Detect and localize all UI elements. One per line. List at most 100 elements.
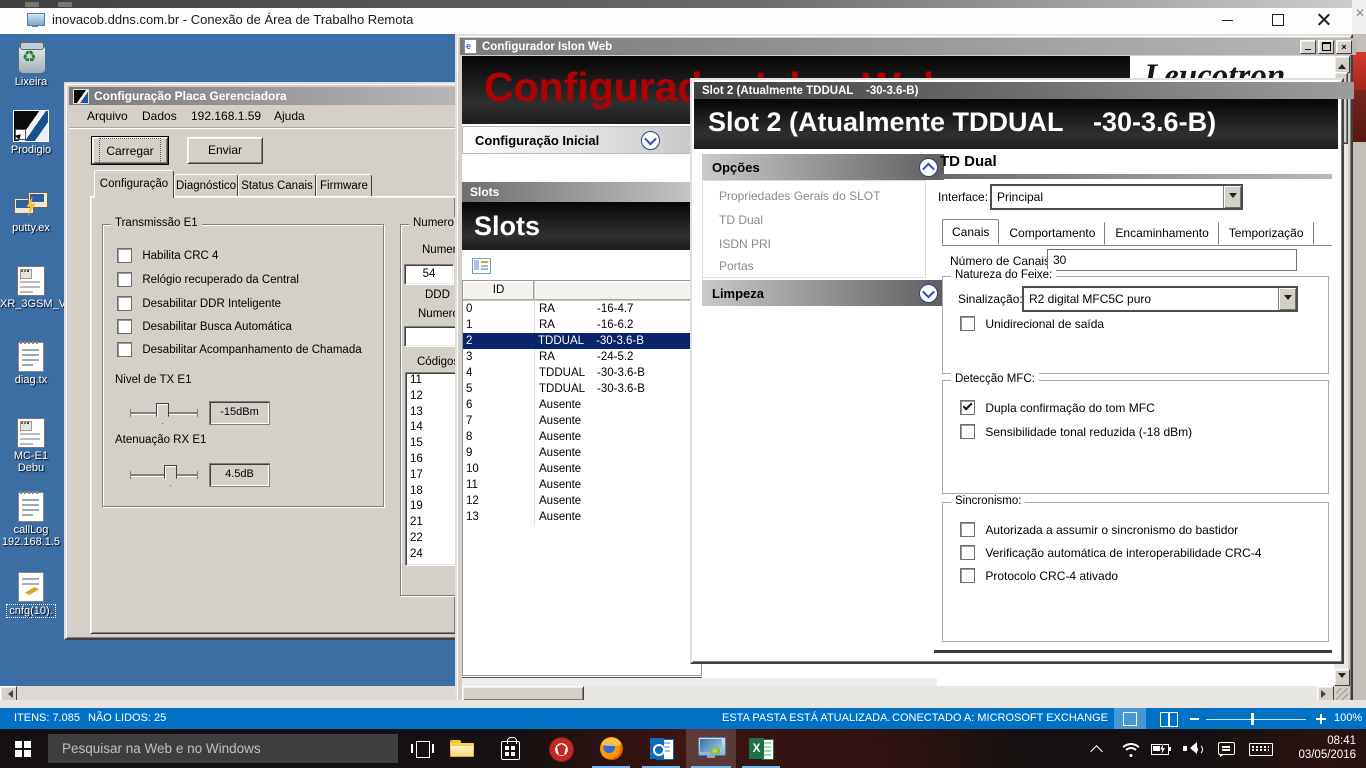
- numero-canais-input[interactable]: 30: [1047, 249, 1297, 271]
- outlook-button[interactable]: [638, 729, 684, 768]
- browser-hscrollbar[interactable]: [462, 686, 1334, 700]
- slot-row[interactable]: 1 RA -16-6.2: [463, 317, 701, 333]
- codigo-item[interactable]: 17: [410, 468, 456, 484]
- slot-row[interactable]: 5 TDDUAL -30-3.6-B: [463, 381, 701, 397]
- slot-row[interactable]: 7 Ausente: [463, 413, 701, 429]
- scroll-up-icon[interactable]: [1334, 56, 1350, 73]
- view-normal-button[interactable]: [1114, 708, 1146, 729]
- interface-combobox[interactable]: Principal: [990, 184, 1243, 210]
- action-center-icon[interactable]: [1218, 742, 1235, 756]
- config-window-titlebar[interactable]: Configuração Placa Gerenciadora: [69, 87, 465, 105]
- limpeza-header[interactable]: Limpeza: [702, 280, 944, 306]
- chevron-down-icon[interactable]: [641, 131, 660, 150]
- resize-grip[interactable]: [1336, 688, 1348, 700]
- codigo-item[interactable]: 21: [410, 515, 456, 531]
- codigo-item[interactable]: 12: [410, 389, 456, 405]
- checkbox-habilita-crc4[interactable]: [117, 248, 132, 263]
- file-explorer-button[interactable]: [442, 729, 482, 768]
- codigo-item[interactable]: 15: [410, 436, 456, 452]
- browser-close-icon[interactable]: ×: [1336, 40, 1352, 54]
- firefox-button[interactable]: [588, 729, 634, 768]
- menu-dados[interactable]: Dados: [142, 109, 177, 123]
- start-button[interactable]: [0, 729, 46, 768]
- codigos-listbox[interactable]: 11 12 13 14 15 16 17 18 19 21 22 24: [405, 372, 457, 566]
- sinalizacao-combobox[interactable]: R2 digital MFC5C puro: [1022, 286, 1298, 312]
- zoom-percent[interactable]: 100%: [1334, 712, 1362, 724]
- minimize-icon[interactable]: [1222, 20, 1233, 21]
- checkbox-dupla-confirmacao[interactable]: [960, 400, 975, 415]
- nav-item-tddual[interactable]: TD Dual: [719, 213, 763, 227]
- tab-comportamento[interactable]: Comportamento: [999, 222, 1105, 245]
- browser-minimize-icon[interactable]: [1300, 40, 1316, 54]
- checkbox-protocolo-crc4[interactable]: [960, 568, 975, 583]
- column-header-blank[interactable]: [535, 281, 701, 300]
- desktop-icon-diag[interactable]: diag.tx: [0, 342, 62, 386]
- checkbox-busca-automatica[interactable]: [117, 319, 132, 334]
- tray-chevron-icon[interactable]: [1092, 745, 1102, 755]
- column-header-id[interactable]: ID: [463, 281, 535, 300]
- checkbox-verificacao-crc4[interactable]: [960, 545, 975, 560]
- checkbox-acompanhamento[interactable]: [117, 342, 132, 357]
- desktop-icon-calllog[interactable]: callLog 192.168.1.5: [0, 492, 62, 548]
- checkbox-sensibilidade[interactable]: [960, 424, 975, 439]
- slot2-titlebar[interactable]: Slot 2 (Atualmente TDDUAL -30-3.6-B): [694, 82, 1354, 99]
- slot-row[interactable]: 8 Ausente: [463, 429, 701, 445]
- slot-row[interactable]: 0 RA -16-4.7: [463, 301, 701, 317]
- combo-arrow-icon[interactable]: [1278, 288, 1296, 310]
- combo-arrow-icon[interactable]: [1223, 186, 1241, 208]
- codigo-item[interactable]: 19: [410, 499, 456, 515]
- nav-item-portas[interactable]: Portas: [719, 259, 754, 273]
- rdp-taskbar-button[interactable]: [686, 729, 736, 768]
- speaker-icon[interactable]: [1183, 742, 1201, 755]
- battery-icon[interactable]: [1151, 744, 1171, 754]
- menu-ajuda[interactable]: Ajuda: [274, 109, 305, 123]
- codigo-item[interactable]: 18: [410, 484, 456, 500]
- wifi-icon[interactable]: [1121, 742, 1141, 757]
- slot-row[interactable]: 12 Ausente: [463, 493, 701, 509]
- slot-row[interactable]: 9 Ausente: [463, 445, 701, 461]
- slot-row[interactable]: 4 TDDUAL -30-3.6-B: [463, 365, 701, 381]
- numero2-input[interactable]: [404, 326, 458, 347]
- zoom-in-icon[interactable]: [1316, 714, 1326, 724]
- opcoes-header[interactable]: Opções: [702, 154, 944, 180]
- security-app-button[interactable]: [538, 729, 582, 768]
- maximize-icon[interactable]: [1272, 14, 1284, 26]
- menu-ip[interactable]: 192.168.1.59: [191, 109, 261, 123]
- slot-row[interactable]: 11 Ausente: [463, 477, 701, 493]
- chevron-up-icon[interactable]: [919, 158, 938, 177]
- hscroll-thumb[interactable]: [462, 686, 584, 701]
- codigo-item[interactable]: 11: [410, 373, 456, 389]
- scroll-down-icon[interactable]: [1334, 669, 1350, 686]
- taskbar-search[interactable]: Pesquisar na Web e no Windows: [48, 734, 398, 763]
- checkbox-autorizada-sincronismo[interactable]: [960, 522, 975, 537]
- codigo-item[interactable]: 24: [410, 547, 456, 563]
- checkbox-ddr-inteligente[interactable]: [117, 296, 132, 311]
- reading-view-icon[interactable]: [1160, 712, 1178, 727]
- slot-row-selected[interactable]: 2 TDDUAL -30-3.6-B: [463, 333, 701, 349]
- desktop-icon-putty[interactable]: putty.ex: [0, 190, 62, 234]
- nav-item-propriedades[interactable]: Propriedades Gerais do SLOT: [719, 189, 880, 203]
- carregar-button[interactable]: Carregar: [92, 137, 168, 164]
- zoom-out-icon[interactable]: [1190, 718, 1199, 720]
- slot-row[interactable]: 6 Ausente: [463, 397, 701, 413]
- numero-input[interactable]: 54: [404, 264, 454, 285]
- tab-canais[interactable]: Canais: [942, 219, 999, 245]
- tab-temporizacao[interactable]: Temporização: [1219, 222, 1314, 245]
- excel-button[interactable]: X: [738, 729, 784, 768]
- rdp-hscrollbar[interactable]: [0, 686, 455, 700]
- tab-configuracao[interactable]: Configuração: [94, 170, 174, 198]
- desktop-icon-lixeira[interactable]: ♻ Lixeira: [0, 42, 62, 88]
- close-icon[interactable]: [1318, 13, 1330, 25]
- enviar-button[interactable]: Enviar: [187, 137, 263, 164]
- checkbox-relogio-central[interactable]: [117, 272, 132, 287]
- desktop-icon-cnfg[interactable]: cnfg(10).: [0, 572, 62, 618]
- codigo-item[interactable]: 13: [410, 405, 456, 421]
- slot-row[interactable]: 13 Ausente: [463, 509, 701, 525]
- browser-titlebar[interactable]: e Configurador Islon Web ×: [460, 38, 1356, 55]
- slots-section-header[interactable]: Slots: [462, 182, 702, 202]
- properties-icon[interactable]: [472, 258, 491, 274]
- slot-row[interactable]: 10 Ausente: [463, 461, 701, 477]
- slot-row[interactable]: 3 RA -24-5.2: [463, 349, 701, 365]
- keyboard-icon[interactable]: [1249, 743, 1273, 756]
- tab-encaminhamento[interactable]: Encaminhamento: [1105, 222, 1218, 245]
